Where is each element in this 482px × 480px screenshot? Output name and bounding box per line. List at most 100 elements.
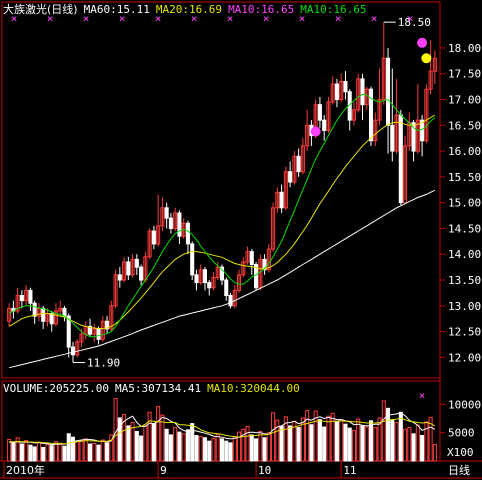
volume-bar: [334, 421, 339, 462]
volume-bar: [322, 426, 327, 462]
volume-bar: [360, 425, 365, 462]
volume-bar: [398, 411, 403, 462]
volume-bar: [258, 431, 263, 462]
candle-body: [398, 114, 403, 204]
volume-bar: [24, 440, 29, 462]
volume-tick-label: 10000: [448, 398, 481, 411]
volume-bar: [185, 429, 190, 462]
volume-bar: [41, 446, 46, 462]
candle-body: [185, 222, 190, 245]
volume-bar: [368, 420, 374, 462]
candle-body: [41, 307, 46, 322]
candle-body: [288, 171, 293, 183]
ma-line-ma20: [8, 114, 436, 329]
volume-bar: [190, 423, 195, 462]
volume-bar: [75, 440, 80, 462]
volume-bar: [356, 418, 361, 462]
volume-bar: [45, 444, 50, 462]
candle-body: [62, 307, 67, 317]
candle-body: [224, 279, 229, 296]
volume-bar: [343, 423, 348, 462]
candle-body: [322, 119, 327, 131]
volume-unit-label: X100: [447, 446, 474, 459]
volume-bar: [266, 432, 271, 462]
candle-body: [190, 243, 195, 276]
price-tick-label: 14.00: [448, 248, 481, 261]
volume-bar: [415, 424, 420, 462]
price-tick-label: 16.50: [448, 119, 481, 132]
volume-bar: [194, 435, 199, 462]
price-tick-label: 17.50: [448, 68, 481, 81]
volume-bar: [305, 410, 310, 462]
volume-bar: [288, 425, 293, 462]
candle-body: [134, 258, 139, 268]
current-price-dot[interactable]: [421, 53, 432, 64]
volume-bar: [411, 433, 416, 462]
candle-body: [386, 57, 391, 126]
volume-bar: [105, 442, 110, 462]
volume-bar: [224, 440, 229, 462]
candle-body: [139, 266, 144, 281]
volume-bar: [262, 437, 267, 462]
volume-bar: [330, 412, 335, 462]
price-tick-label: 15.00: [448, 197, 481, 210]
volume-bar: [198, 436, 203, 462]
volume-bar: [87, 443, 93, 462]
volume-bar: [11, 442, 16, 462]
candle-body: [228, 294, 233, 307]
volume-bar: [70, 436, 76, 462]
volume-bar: [381, 400, 386, 462]
signal-marker-dot[interactable]: [417, 37, 428, 48]
price-tick-label: 14.50: [448, 222, 481, 235]
header-label-2: MA20:16.69: [156, 3, 222, 16]
volume-bar: [83, 438, 88, 462]
price-tick-label: 15.50: [448, 171, 481, 184]
period-label: 日线: [448, 463, 470, 477]
volume-bar: [113, 398, 118, 462]
price-tick-label: 13.00: [448, 300, 481, 313]
candle-body: [202, 269, 207, 284]
volume-bar: [373, 427, 378, 462]
candle-body: [368, 88, 374, 142]
candle-body: [49, 313, 54, 325]
volume-bar: [126, 425, 131, 462]
candle-body: [194, 274, 199, 284]
candle-body: [151, 230, 156, 245]
volume-bar: [168, 434, 173, 462]
volume-bar: [207, 440, 212, 462]
volume-bar: [249, 434, 254, 462]
volume-bar: [164, 428, 169, 462]
volume-bar: [211, 437, 216, 462]
volume-signal-icon: ×: [419, 389, 426, 402]
candle-body: [343, 80, 348, 93]
volume-bar: [202, 437, 207, 462]
volume-tick-label: 5000: [448, 427, 475, 440]
candle-body: [296, 155, 301, 173]
signal-marker-dot[interactable]: [310, 126, 321, 137]
volume-bar: [390, 419, 395, 462]
annotation-label: 11.90: [87, 357, 120, 370]
date-label: 11: [343, 464, 356, 477]
volume-bar: [317, 419, 322, 462]
chart-canvas[interactable]: 12.00 12.50 13.00 13.50 14.00 14.50 15.00 15.50…: [0, 0, 482, 480]
price-tick-label: 17.00: [448, 94, 481, 107]
volume-bar: [100, 439, 105, 462]
date-label: 9: [160, 464, 167, 477]
volume-bar: [173, 427, 178, 462]
candle-body: [360, 78, 365, 106]
header-label-3: MA10:16.65: [228, 3, 294, 16]
volume-bar: [219, 438, 225, 462]
volume-bar: [66, 433, 71, 462]
volume-bar: [245, 425, 250, 462]
candle-body: [207, 282, 212, 289]
volume-bar: [420, 435, 425, 462]
volume-bar: [254, 438, 259, 462]
candle-body: [177, 212, 182, 237]
price-tick-label: 13.50: [448, 274, 481, 287]
volume-bar: [143, 425, 148, 462]
volume-bar: [58, 442, 63, 462]
price-tick-label: 12.00: [448, 351, 481, 364]
candle-body: [70, 346, 76, 356]
volume-bar: [271, 412, 276, 462]
volume-bar: [403, 428, 408, 462]
